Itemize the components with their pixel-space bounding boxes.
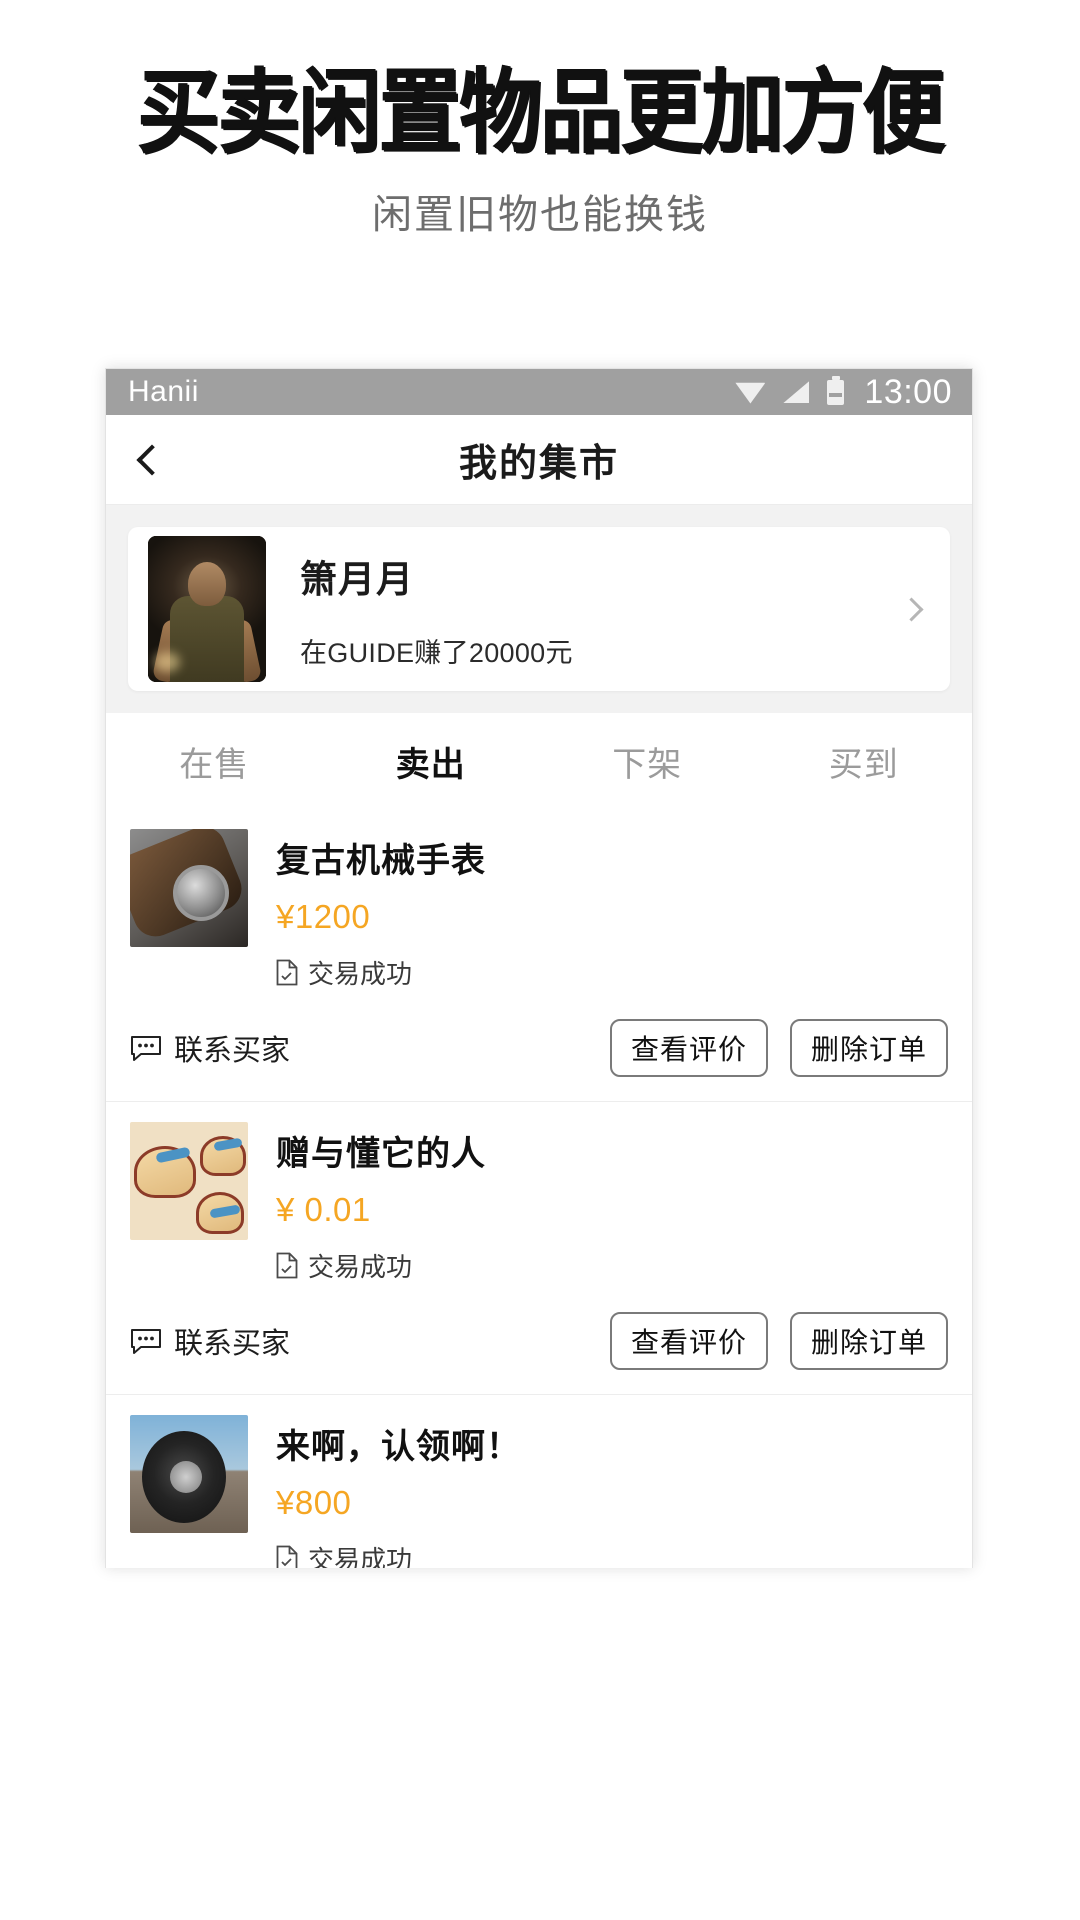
navigation-bar: 我的集市 — [106, 415, 972, 505]
promo-header: 买卖闲置物品更加方便 闲置旧物也能换钱 — [0, 0, 1080, 240]
promo-subtitle: 闲置旧物也能换钱 — [372, 192, 708, 237]
product-title: 来啊，认领啊！ — [276, 1428, 521, 1466]
view-review-button[interactable]: 查看评价 — [610, 1312, 768, 1370]
profile-card[interactable]: 箫月月 在GUIDE赚了20000元 — [128, 527, 950, 691]
view-review-button[interactable]: 查看评价 — [610, 1019, 768, 1077]
chat-bubble-icon — [130, 1035, 162, 1062]
product-thumbnail[interactable] — [130, 829, 248, 947]
profile-section: 箫月月 在GUIDE赚了20000元 — [106, 505, 972, 691]
promo-title: 买卖闲置物品更加方便 — [137, 60, 945, 167]
product-price: ¥1200 — [276, 898, 371, 935]
delete-order-button[interactable]: 删除订单 — [790, 1019, 948, 1077]
avatar-torso — [170, 596, 244, 682]
signal-icon — [783, 381, 810, 403]
battery-icon — [827, 379, 845, 405]
wifi-icon — [735, 382, 766, 404]
chat-bubble-icon — [130, 1328, 162, 1355]
profile-text: 箫月月 在GUIDE赚了20000元 — [266, 549, 903, 670]
carrier-label: Hanii — [128, 375, 199, 408]
contact-buyer-button[interactable]: 联系买家 — [130, 1320, 290, 1362]
phone-mockup: Hanii 13:00 我的集市 箫月月 在GUIDE赚了20000元 在售 卖… — [105, 368, 973, 1568]
avatar-glow — [154, 652, 180, 672]
status-icons — [735, 379, 845, 405]
product-thumbnail[interactable] — [130, 1415, 248, 1533]
order-status: 交易成功 — [276, 1247, 948, 1284]
order-status-label: 交易成功 — [308, 1252, 413, 1282]
document-check-icon — [276, 1545, 298, 1568]
order-item: 赠与懂它的人 ¥ 0.01 交易成功 联系买家 查看评价 删除订单 — [106, 1102, 972, 1395]
page-content: 箫月月 在GUIDE赚了20000元 在售 卖出 下架 买到 复古机械手表 ¥1… — [106, 505, 972, 1568]
document-check-icon — [276, 959, 298, 986]
order-status-label: 交易成功 — [308, 1545, 413, 1568]
order-item: 复古机械手表 ¥1200 交易成功 联系买家 查看评价 删除订单 — [106, 809, 972, 1102]
contact-buyer-label: 联系买家 — [174, 1328, 291, 1360]
order-status: 交易成功 — [276, 1540, 948, 1568]
product-price: ¥ 0.01 — [276, 1191, 371, 1228]
delete-order-button[interactable]: 删除订单 — [790, 1312, 948, 1370]
back-button[interactable] — [106, 415, 198, 505]
document-check-icon — [276, 1252, 298, 1279]
product-title: 复古机械手表 — [276, 842, 486, 880]
product-price: ¥800 — [276, 1484, 352, 1521]
order-actions: 联系买家 查看评价 删除订单 — [106, 1290, 972, 1394]
back-chevron-icon — [136, 443, 168, 476]
order-summary[interactable]: 复古机械手表 ¥1200 交易成功 — [106, 809, 972, 997]
tab-bought[interactable]: 买到 — [756, 737, 973, 786]
order-info: 复古机械手表 ¥1200 交易成功 — [248, 829, 948, 991]
status-bar: Hanii 13:00 — [106, 369, 972, 415]
tab-bar: 在售 卖出 下架 买到 — [106, 713, 972, 809]
contact-buyer-button[interactable]: 联系买家 — [130, 1027, 290, 1069]
profile-name: 箫月月 — [300, 558, 414, 600]
clock-label: 13:00 — [864, 372, 952, 411]
avatar-head — [188, 562, 226, 606]
tab-sold[interactable]: 卖出 — [323, 737, 540, 786]
order-list: 复古机械手表 ¥1200 交易成功 联系买家 查看评价 删除订单 赠与懂它的人 … — [106, 809, 972, 1568]
product-thumbnail[interactable] — [130, 1122, 248, 1240]
page-title: 我的集市 — [458, 443, 619, 485]
product-title: 赠与懂它的人 — [276, 1135, 486, 1173]
order-status: 交易成功 — [276, 954, 948, 991]
order-summary[interactable]: 赠与懂它的人 ¥ 0.01 交易成功 — [106, 1102, 972, 1290]
profile-earnings: 在GUIDE赚了20000元 — [300, 637, 573, 668]
order-summary[interactable]: 来啊，认领啊！ ¥800 交易成功 — [106, 1395, 972, 1568]
order-status-label: 交易成功 — [308, 959, 413, 989]
order-info: 来啊，认领啊！ ¥800 交易成功 — [248, 1415, 948, 1568]
avatar — [148, 536, 266, 682]
order-item: 来啊，认领啊！ ¥800 交易成功 — [106, 1395, 972, 1568]
order-actions: 联系买家 查看评价 删除订单 — [106, 997, 972, 1101]
tab-delisted[interactable]: 下架 — [539, 737, 756, 786]
contact-buyer-label: 联系买家 — [174, 1035, 291, 1067]
chevron-right-icon — [899, 596, 924, 622]
tab-on-sale[interactable]: 在售 — [106, 737, 323, 786]
order-info: 赠与懂它的人 ¥ 0.01 交易成功 — [248, 1122, 948, 1284]
